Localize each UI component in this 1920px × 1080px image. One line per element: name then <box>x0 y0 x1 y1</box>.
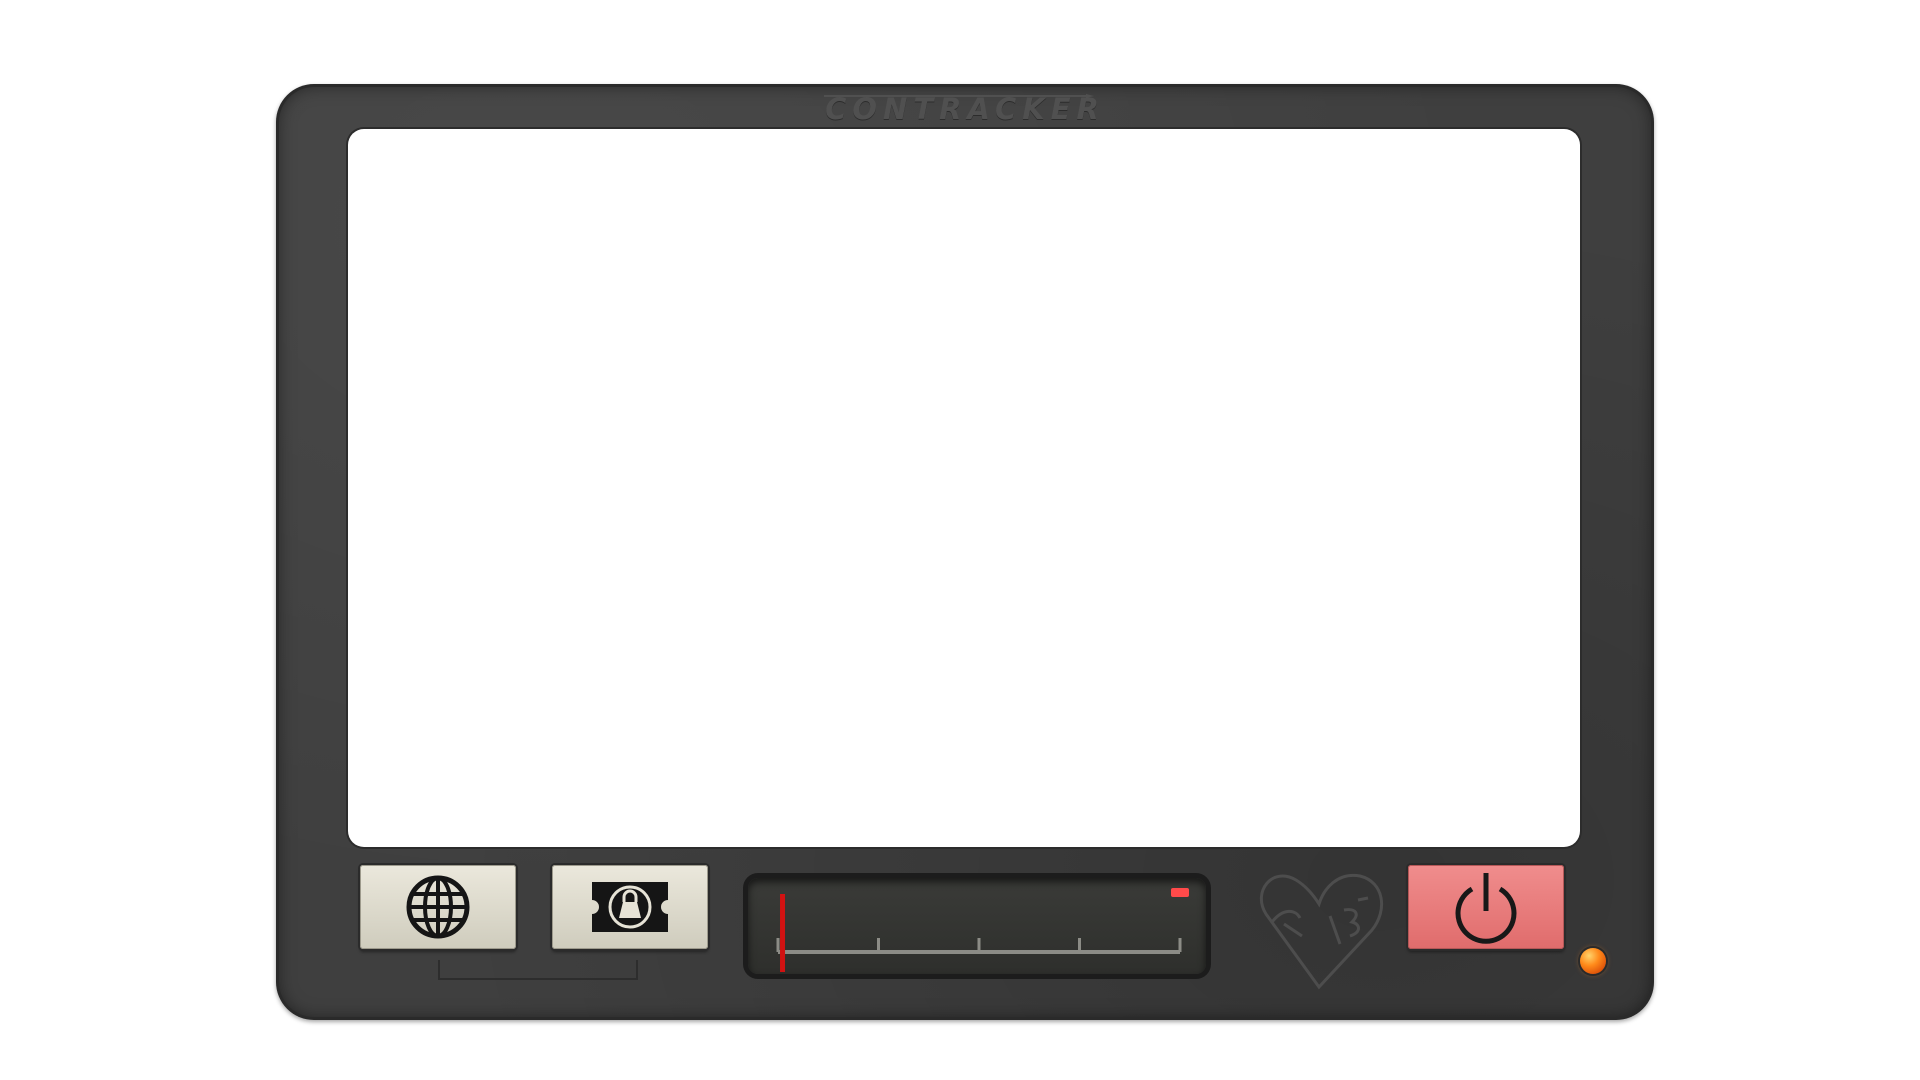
contracker-device-frame: CONTRACKER <box>276 84 1654 1020</box>
brand-logo: CONTRACKER <box>825 92 1105 126</box>
status-indicator-light <box>1580 948 1606 974</box>
ticket-icon <box>592 882 668 932</box>
meter-gauge <box>776 888 1189 972</box>
ticket-button[interactable] <box>552 865 708 949</box>
globe-button[interactable] <box>360 865 516 949</box>
power-icon <box>1455 873 1517 944</box>
power-button[interactable] <box>1408 865 1564 949</box>
meter-peak-indicator <box>1171 888 1189 897</box>
globe-icon <box>406 875 470 939</box>
graffiti-heart-decoration <box>1259 873 1383 990</box>
button-group-bracket <box>438 960 638 980</box>
signal-meter <box>748 878 1206 974</box>
display-screen <box>348 129 1580 847</box>
meter-needle <box>780 894 786 972</box>
